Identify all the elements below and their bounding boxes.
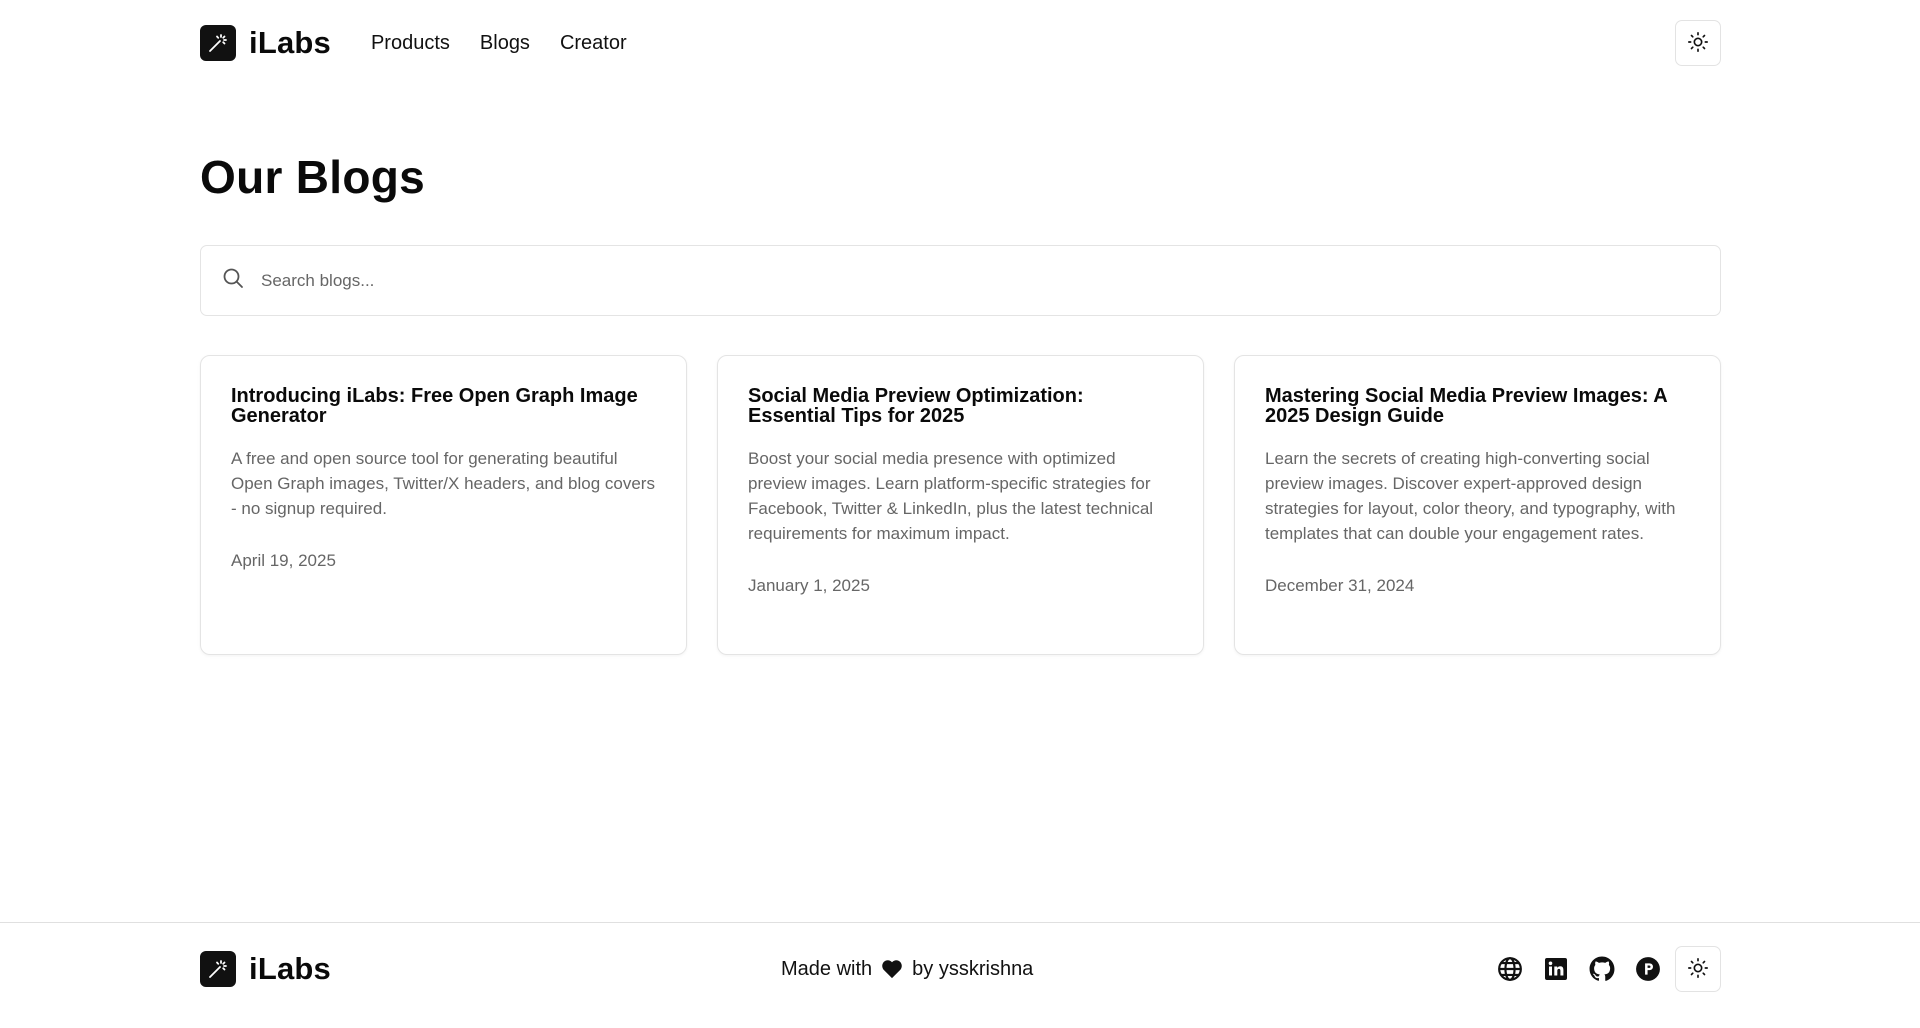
footer-brand-link[interactable]: iLabs	[200, 951, 331, 987]
linkedin-icon[interactable]	[1543, 956, 1569, 982]
nav-link-creator[interactable]: Creator	[560, 32, 627, 55]
author-link[interactable]: by ysskrishna	[912, 958, 1033, 981]
blog-card-date: December 31, 2024	[1265, 576, 1415, 595]
brand-name: iLabs	[249, 25, 331, 60]
blog-card-title: Introducing iLabs: Free Open Graph Image…	[231, 385, 638, 427]
made-with-prefix: Made with	[781, 957, 873, 980]
blog-card[interactable]: Social Media Preview Optimization: Essen…	[717, 355, 1204, 655]
made-with-credit: Made with by ysskrishna	[781, 946, 1033, 992]
github-icon[interactable]	[1589, 956, 1615, 982]
blog-card-description: A free and open source tool for generati…	[231, 449, 655, 518]
magic-wand-logo-icon	[200, 951, 236, 987]
magic-wand-logo-icon	[200, 25, 236, 61]
blog-card-title: Mastering Social Media Preview Images: A…	[1265, 385, 1667, 427]
main-nav: Products Blogs Creator	[371, 32, 627, 55]
page: iLabs Products Blogs Creator Our Blogs S…	[0, 0, 1920, 1028]
sun-icon	[1687, 31, 1709, 56]
site-footer: iLabs Made with by ysskrishna	[0, 922, 1920, 1028]
site-header: iLabs Products Blogs Creator	[200, 20, 1721, 66]
theme-toggle-button[interactable]	[1675, 20, 1721, 66]
nav-link-products[interactable]: Products	[371, 32, 450, 55]
blog-list: Introducing iLabs: Free Open Graph Image…	[200, 355, 1721, 655]
search-input[interactable]	[261, 270, 1661, 291]
blog-card-description: Learn the secrets of creating high-conve…	[1265, 449, 1676, 543]
social-links	[1497, 956, 1661, 982]
globe-icon[interactable]	[1497, 956, 1523, 982]
heart-icon	[881, 959, 903, 979]
blog-card-description: Boost your social media presence with op…	[748, 449, 1154, 543]
footer-theme-toggle-button[interactable]	[1675, 946, 1721, 992]
sun-icon	[1687, 957, 1709, 982]
search-box	[200, 245, 1721, 316]
search-icon	[221, 266, 245, 295]
blog-card-title: Social Media Preview Optimization: Essen…	[748, 385, 1084, 427]
nav-link-blogs[interactable]: Blogs	[480, 32, 530, 55]
blog-card-date: January 1, 2025	[748, 576, 870, 595]
blog-card-date: April 19, 2025	[231, 551, 336, 570]
footer-brand-name: iLabs	[249, 951, 331, 986]
blog-card[interactable]: Mastering Social Media Preview Images: A…	[1234, 355, 1721, 655]
footer-inner: iLabs Made with by ysskrishna	[200, 946, 1721, 992]
producthunt-icon[interactable]	[1635, 956, 1661, 982]
brand-link[interactable]: iLabs	[200, 25, 331, 61]
page-title: Our Blogs	[200, 151, 426, 203]
blog-card[interactable]: Introducing iLabs: Free Open Graph Image…	[200, 355, 687, 655]
